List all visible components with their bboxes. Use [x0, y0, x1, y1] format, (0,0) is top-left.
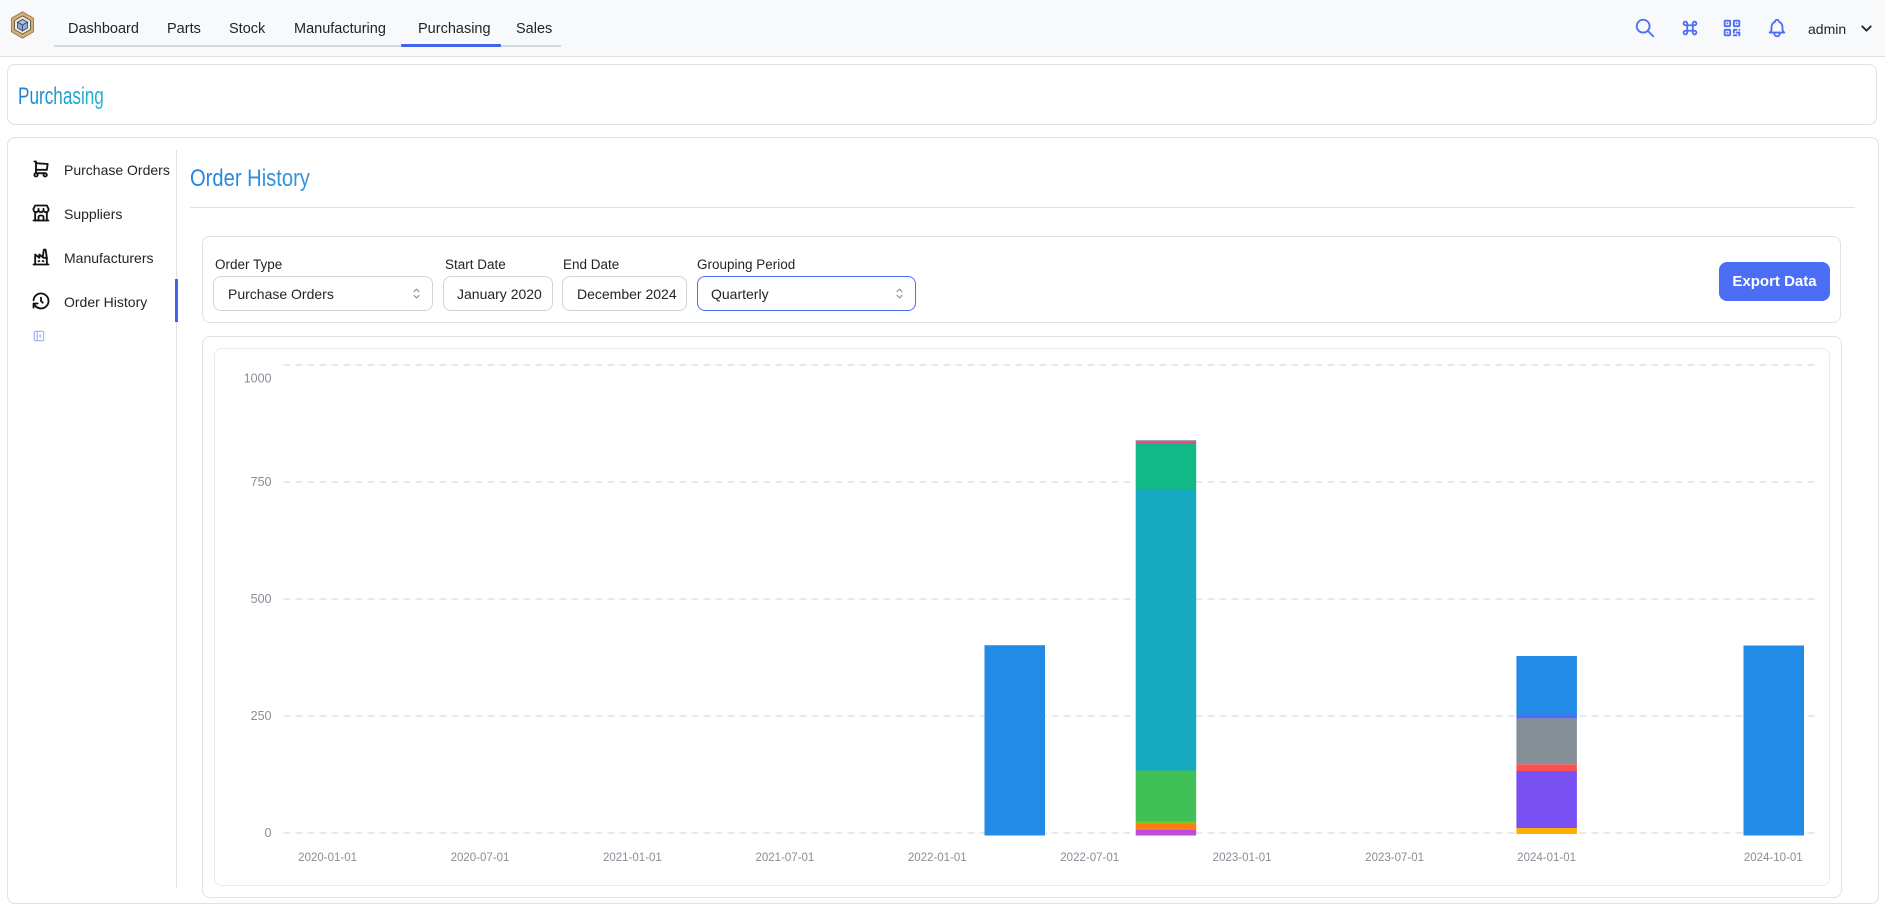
svg-text:1000: 1000 [244, 372, 272, 386]
svg-text:500: 500 [251, 592, 272, 606]
svg-text:2024-01-01: 2024-01-01 [1517, 852, 1576, 864]
svg-text:2022-01-01: 2022-01-01 [908, 852, 967, 864]
svg-text:2022-07-01: 2022-07-01 [1060, 852, 1119, 864]
svg-text:2020-01-01: 2020-01-01 [298, 852, 357, 864]
svg-text:2020-07-01: 2020-07-01 [451, 852, 510, 864]
svg-text:2023-01-01: 2023-01-01 [1213, 852, 1272, 864]
svg-text:2021-07-01: 2021-07-01 [755, 852, 814, 864]
svg-text:0: 0 [265, 826, 272, 840]
svg-text:2024-10-01: 2024-10-01 [1744, 852, 1803, 864]
svg-text:2021-01-01: 2021-01-01 [603, 852, 662, 864]
svg-text:2023-07-01: 2023-07-01 [1365, 852, 1424, 864]
svg-text:250: 250 [251, 709, 272, 723]
svg-text:750: 750 [251, 475, 272, 489]
